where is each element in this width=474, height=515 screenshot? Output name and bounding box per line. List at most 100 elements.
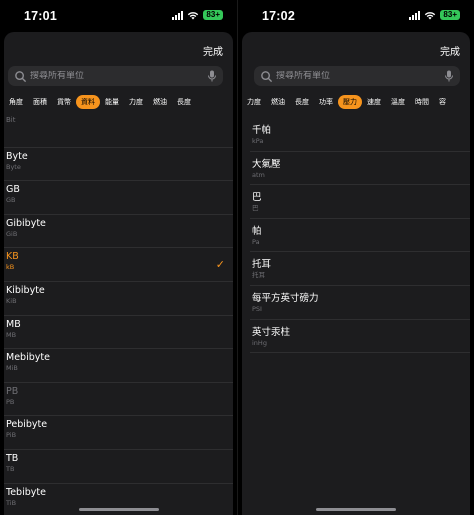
category-tabs: 角度 面積 貨幣 資料 能量 力度 燃油 長度	[4, 94, 233, 110]
home-indicator[interactable]	[316, 508, 396, 511]
unit-name: GB	[6, 184, 20, 196]
clock: 17:02	[262, 9, 295, 23]
unit-name: Mebibyte	[6, 352, 50, 364]
list-item[interactable]: GB GB	[4, 181, 233, 215]
list-item[interactable]: MB MB	[4, 316, 233, 350]
list-item[interactable]: 英寸汞柱 inHg	[250, 320, 470, 354]
battery-indicator: 83+	[440, 10, 460, 20]
microphone-icon[interactable]	[444, 70, 454, 82]
checkmark-icon: ✓	[215, 258, 225, 272]
search-field[interactable]	[254, 66, 460, 86]
search-icon	[15, 70, 27, 82]
unit-abbreviation: MiB	[6, 364, 18, 373]
tab-length[interactable]: 長度	[172, 95, 196, 109]
search-input[interactable]	[276, 71, 444, 81]
unit-abbreviation: PSI	[252, 304, 262, 313]
unit-abbreviation: TB	[6, 464, 15, 473]
unit-abbreviation: GB	[6, 196, 16, 205]
unit-name: 每平方英寸磅力	[252, 292, 319, 304]
unit-name: Pebibyte	[6, 419, 48, 431]
unit-name: TB	[6, 452, 19, 464]
tab-time[interactable]: 時間	[410, 95, 434, 109]
tab-energy[interactable]: 能量	[100, 95, 124, 109]
unit-name: MB	[6, 318, 21, 330]
tab-fuel[interactable]: 燃油	[266, 95, 290, 109]
microphone-icon[interactable]	[207, 70, 217, 82]
right-screen: 17:02 83+ 完成 力度 燃油 長度 功率 壓力 速度 溫度 時間 容 千…	[237, 0, 474, 515]
unit-abbreviation: 巴	[252, 204, 259, 213]
unit-name: Kibibyte	[6, 284, 45, 296]
system-indicators: 83+	[409, 10, 460, 20]
list-item[interactable]: Pebibyte PiB	[4, 416, 233, 450]
tab-speed[interactable]: 速度	[362, 95, 386, 109]
home-indicator[interactable]	[78, 508, 159, 511]
unit-abbreviation: atm	[252, 170, 265, 179]
done-button[interactable]: 完成	[440, 43, 460, 58]
unit-abbreviation: 托耳	[252, 271, 265, 280]
list-item-selected[interactable]: KB kB ✓	[4, 248, 233, 282]
unit-picker-sheet: 完成 角度 面積 貨幣 資料 能量 力度 燃油 長度 Bit Byte Byte	[4, 32, 233, 515]
list-item[interactable]: Bit	[4, 114, 233, 148]
unit-abbreviation: MB	[6, 330, 17, 339]
tab-area[interactable]: 面積	[28, 95, 52, 109]
unit-abbreviation: PiB	[6, 431, 17, 440]
unit-name: PB	[6, 385, 19, 397]
unit-name: Bit	[6, 116, 16, 124]
unit-picker-sheet: 完成 力度 燃油 長度 功率 壓力 速度 溫度 時間 容 千帕 kPa 大氣壓 …	[242, 32, 470, 515]
list-item[interactable]: 千帕 kPa	[250, 118, 470, 152]
unit-name: Tebibyte	[6, 486, 46, 498]
list-item[interactable]: Gibibyte GiB	[4, 215, 233, 249]
tab-force[interactable]: 力度	[124, 95, 148, 109]
list-item[interactable]: Kibibyte KiB	[4, 282, 233, 316]
tab-temperature[interactable]: 溫度	[386, 95, 410, 109]
tab-currency[interactable]: 貨幣	[52, 95, 76, 109]
wifi-icon	[188, 11, 199, 19]
list-item[interactable]: 托耳 托耳	[250, 252, 470, 286]
list-item[interactable]: 帕 Pa	[250, 219, 470, 253]
unit-abbreviation: PB	[6, 397, 15, 406]
unit-name: 帕	[252, 225, 262, 237]
tab-data[interactable]: 資料	[76, 95, 100, 109]
unit-name: 托耳	[252, 259, 272, 271]
unit-name: 巴	[252, 192, 262, 204]
list-item[interactable]: TB TB	[4, 450, 233, 484]
clock: 17:01	[24, 9, 57, 23]
unit-abbreviation: inHg	[252, 338, 267, 347]
search-input[interactable]	[30, 71, 207, 81]
system-indicators: 83+	[172, 10, 223, 20]
category-tabs: 力度 燃油 長度 功率 壓力 速度 溫度 時間 容	[242, 94, 470, 110]
unit-abbreviation: GiB	[6, 229, 18, 238]
list-item[interactable]: 巴 巴	[250, 185, 470, 219]
signal-icon	[172, 10, 184, 20]
unit-name: 英寸汞柱	[252, 326, 291, 338]
unit-abbreviation: Pa	[252, 237, 260, 246]
status-bar: 17:02 83+	[238, 0, 474, 30]
unit-name: 千帕	[252, 125, 272, 136]
battery-indicator: 83+	[203, 10, 223, 20]
tab-length[interactable]: 長度	[290, 95, 314, 109]
search-field[interactable]	[8, 66, 223, 86]
status-bar: 17:01 83+	[0, 0, 237, 30]
tab-volume[interactable]: 容	[434, 95, 451, 109]
list-item[interactable]: 每平方英寸磅力 PSI	[250, 286, 470, 320]
list-item[interactable]: Mebibyte MiB	[4, 349, 233, 383]
unit-abbreviation: TiB	[6, 498, 17, 507]
list-item[interactable]: Byte Byte	[4, 148, 233, 182]
list-item[interactable]: PB PB	[4, 383, 233, 417]
unit-list: Bit Byte Byte GB GB Gibibyte GiB KB kB ✓…	[4, 114, 233, 515]
signal-icon	[409, 10, 421, 20]
search-icon	[261, 70, 273, 82]
tab-pressure[interactable]: 壓力	[338, 95, 362, 109]
unit-abbreviation: KiB	[6, 296, 17, 305]
tab-power[interactable]: 功率	[314, 95, 338, 109]
unit-abbreviation: Byte	[6, 162, 21, 171]
list-item[interactable]: 大氣壓 atm	[250, 152, 470, 186]
tab-force[interactable]: 力度	[242, 95, 266, 109]
unit-name: Byte	[6, 150, 28, 162]
unit-list: 千帕 kPa 大氣壓 atm 巴 巴 帕 Pa 托耳 托耳 每平方英寸磅力 PS…	[250, 118, 470, 515]
tab-fuel[interactable]: 燃油	[148, 95, 172, 109]
tab-angle[interactable]: 角度	[4, 95, 28, 109]
unit-abbreviation: kPa	[252, 137, 264, 145]
done-button[interactable]: 完成	[203, 43, 223, 58]
unit-name: 大氣壓	[252, 158, 281, 170]
